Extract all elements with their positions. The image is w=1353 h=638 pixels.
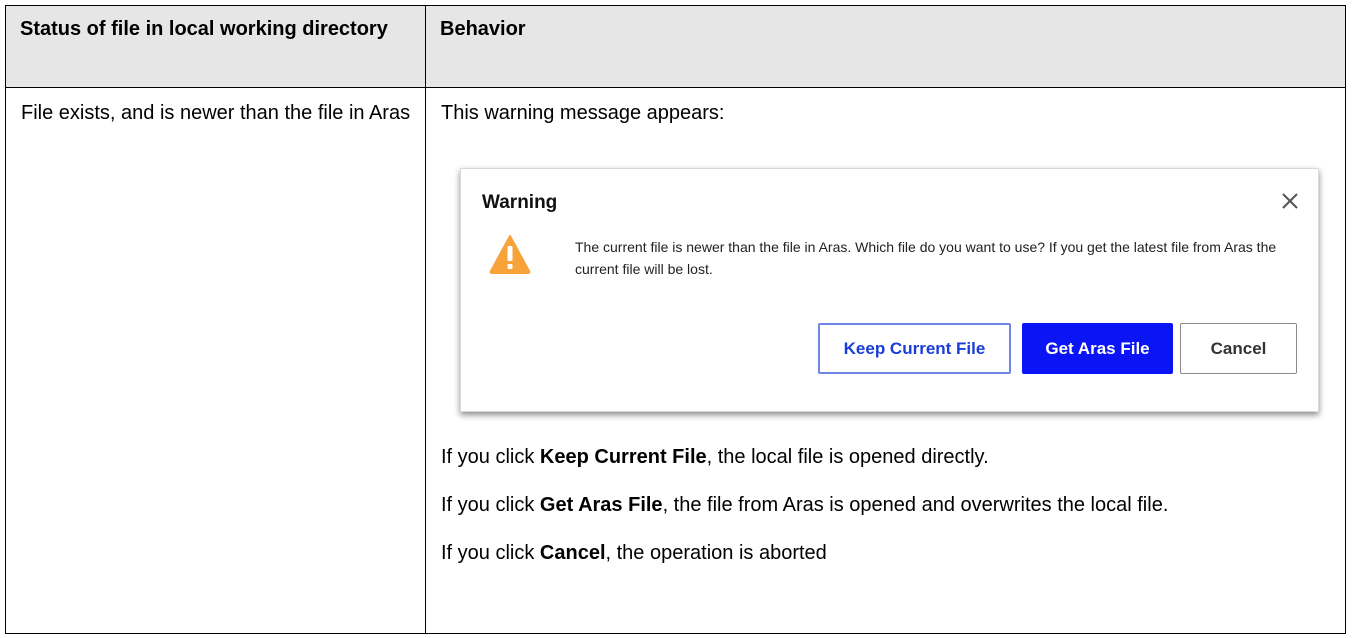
outcome-cancel-label: Cancel — [539, 542, 606, 564]
outcome-get-suffix: , the file from Aras is opened and overw… — [662, 494, 1169, 516]
behavior-content: This warning message appears: Warning Th… — [426, 88, 1345, 633]
header-status-label: Status of file in local working director… — [20, 18, 388, 40]
outcome-list: If you click Keep Current File, the loca… — [426, 445, 1345, 565]
outcome-keep-suffix: , the local file is opened directly. — [706, 446, 989, 468]
behavior-table: Status of file in local working director… — [5, 5, 1346, 634]
outcome-cancel: If you click Cancel, the operation is ab… — [426, 541, 1345, 565]
outcome-get-prefix: If you click — [441, 494, 540, 516]
outcome-cancel-prefix: If you click — [441, 542, 540, 564]
outcome-get: If you click Get Aras File, the file fro… — [426, 493, 1345, 517]
outcome-keep-prefix: If you click — [441, 446, 540, 468]
outcome-cancel-suffix: , the operation is aborted — [605, 542, 827, 564]
outcome-get-label: Get Aras File — [539, 494, 663, 516]
header-behavior-label: Behavior — [440, 18, 526, 40]
intro-text: This warning message appears: — [441, 102, 725, 124]
behavior-cell: This warning message appears: Warning Th… — [425, 87, 1346, 634]
close-icon[interactable] — [1278, 189, 1302, 213]
status-text: File exists, and is newer than the file … — [21, 102, 411, 124]
header-status: Status of file in local working director… — [5, 5, 426, 88]
warning-dialog: Warning The current file is newer than t… — [460, 168, 1319, 412]
dialog-title: Warning — [482, 192, 558, 213]
cancel-button[interactable]: Cancel — [1180, 323, 1297, 374]
outcome-keep-label: Keep Current File — [539, 446, 707, 468]
dialog-message: The current file is newer than the file … — [575, 239, 1277, 277]
keep-current-file-button[interactable]: Keep Current File — [818, 323, 1011, 374]
table-row: File exists, and is newer than the file … — [5, 87, 1346, 634]
table-header-row: Status of file in local working director… — [5, 5, 1346, 88]
warning-triangle-icon — [488, 233, 532, 275]
get-aras-file-button[interactable]: Get Aras File — [1022, 323, 1173, 374]
outcome-keep: If you click Keep Current File, the loca… — [426, 445, 1345, 469]
status-cell: File exists, and is newer than the file … — [5, 87, 426, 634]
header-behavior: Behavior — [425, 5, 1346, 88]
